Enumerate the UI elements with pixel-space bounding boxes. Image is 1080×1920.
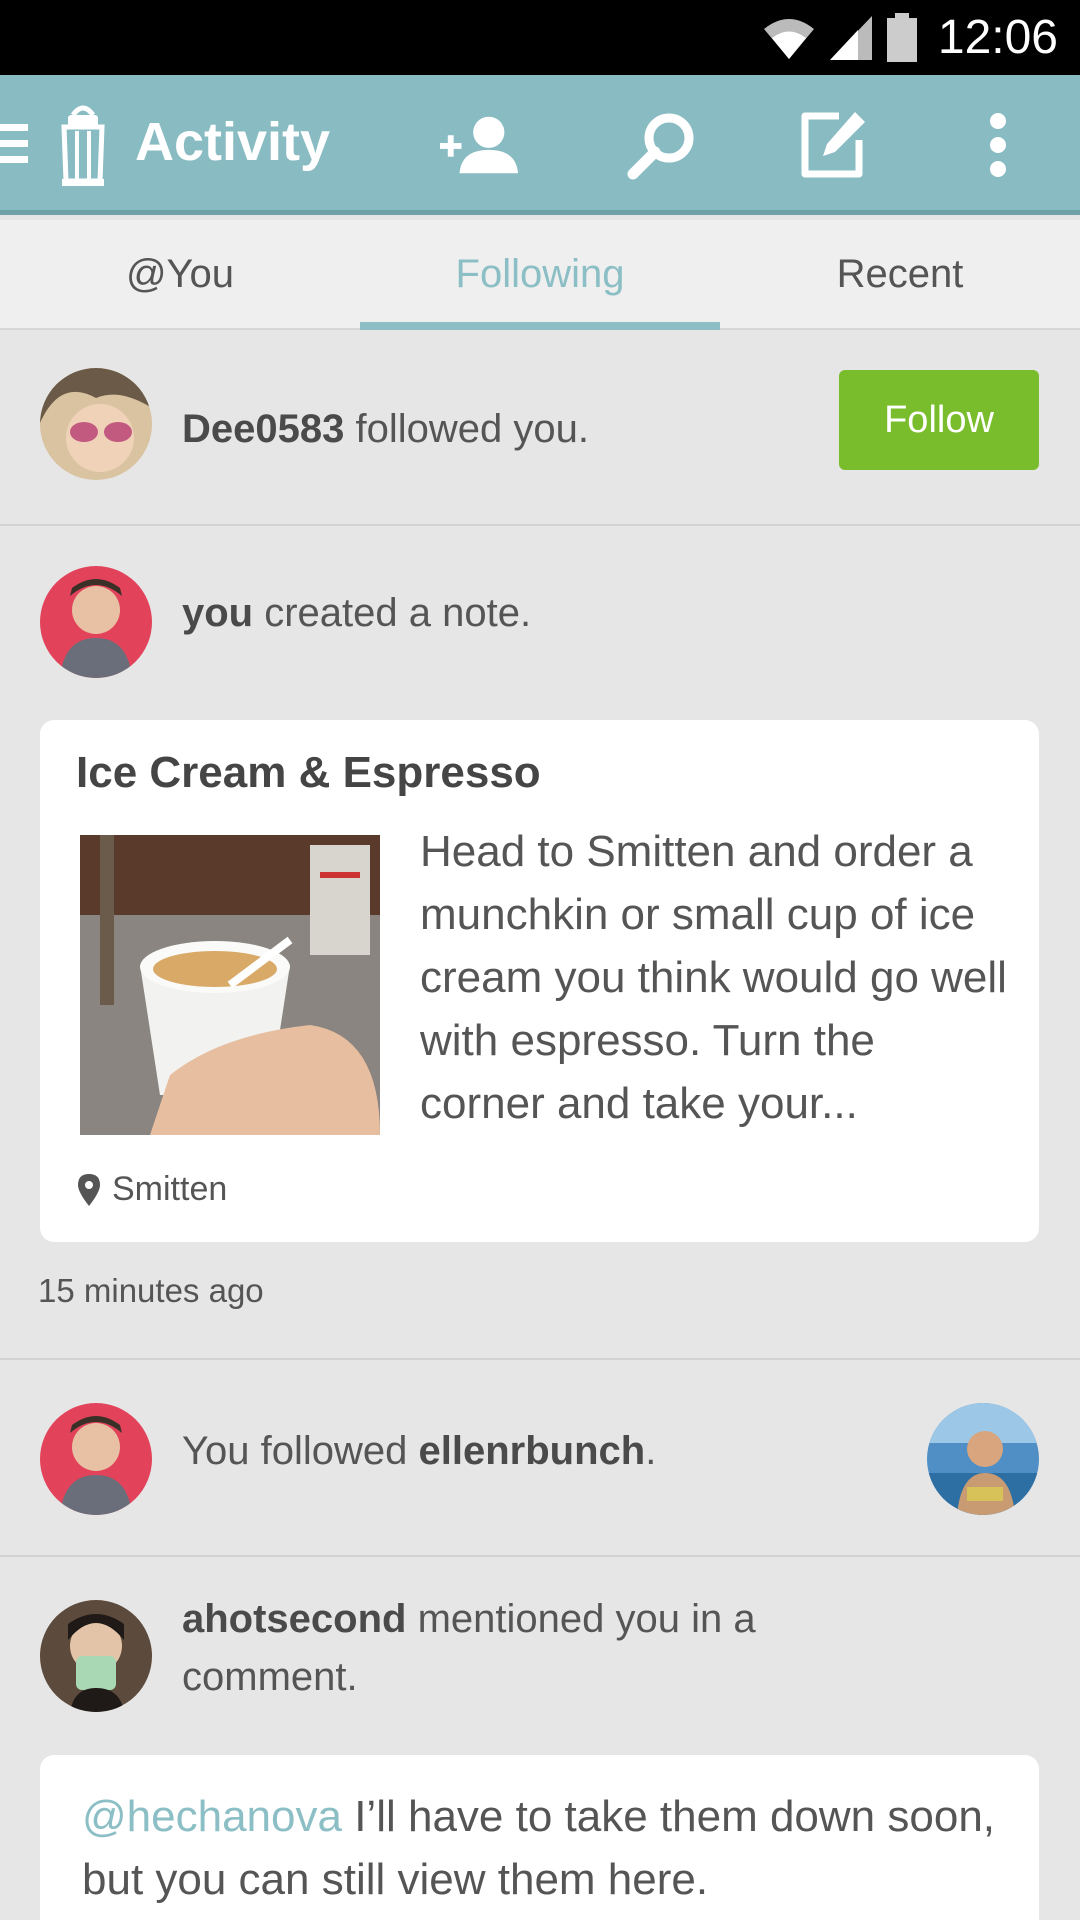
add-friend-button[interactable] (440, 105, 520, 185)
divider (0, 524, 1080, 526)
clock: 12:06 (937, 11, 1058, 64)
search-button[interactable] (622, 105, 702, 185)
avatar-ellenrbunch[interactable] (927, 1403, 1039, 1515)
activity-text: Dee0583 followed you. (182, 407, 589, 451)
note-image (80, 835, 380, 1135)
more-vertical-icon (990, 113, 1006, 177)
tab-recent[interactable]: Recent (720, 220, 1080, 328)
wifi-icon (763, 18, 814, 59)
note-location[interactable]: Smitten (78, 1170, 227, 1209)
avatar-ahotsecond[interactable] (40, 1600, 152, 1712)
divider (0, 1358, 1080, 1360)
username-link[interactable]: ahotsecond (182, 1597, 406, 1641)
note-body: Head to Smitten and order a munchkin or … (420, 827, 1007, 1128)
tab-following[interactable]: Following (360, 220, 720, 330)
menu-icon[interactable] (0, 120, 30, 173)
username-link[interactable]: Dee0583 (182, 407, 344, 451)
activity-text: You followed ellenrbunch. (182, 1429, 657, 1473)
app-bar: Activity (0, 75, 1080, 215)
username-link[interactable]: ellenrbunch (418, 1429, 645, 1473)
note-card[interactable]: Ice Cream & Espresso Head to Smitten and… (40, 720, 1039, 1242)
note-title: Ice Cream & Espresso (76, 748, 541, 797)
overflow-menu-button[interactable] (958, 105, 1038, 185)
compose-icon (801, 112, 865, 178)
status-bar: 12:06 (0, 0, 1080, 75)
add-person-icon (440, 116, 519, 174)
avatar-dee0583[interactable] (40, 368, 152, 480)
mention-link[interactable]: @hechanova (82, 1792, 342, 1841)
compose-button[interactable] (792, 105, 872, 185)
follow-button[interactable]: Follow (839, 370, 1039, 470)
signal-icon (829, 15, 872, 60)
battery-icon (886, 12, 917, 62)
search-icon (627, 113, 694, 180)
activity-text: ahotsecond mentioned you in a comment. (182, 1597, 756, 1699)
avatar-you[interactable] (40, 1403, 152, 1515)
avatar-you[interactable] (40, 566, 152, 678)
activity-text: you created a note. (182, 591, 532, 635)
tab-bar: @You Following Recent (0, 220, 1080, 330)
comment-text: @hechanova I’ll have to take them down s… (82, 1792, 996, 1904)
username-link[interactable]: you (182, 591, 253, 635)
location-pin-icon (78, 1173, 100, 1206)
lantern-logo-icon (56, 101, 110, 192)
comment-card[interactable]: @hechanova I’ll have to take them down s… (40, 1755, 1039, 1920)
location-label: Smitten (112, 1170, 228, 1208)
tab-you[interactable]: @You (0, 220, 360, 328)
page-title: Activity (135, 112, 331, 172)
timestamp: 15 minutes ago (38, 1272, 264, 1309)
divider (0, 1555, 1080, 1557)
